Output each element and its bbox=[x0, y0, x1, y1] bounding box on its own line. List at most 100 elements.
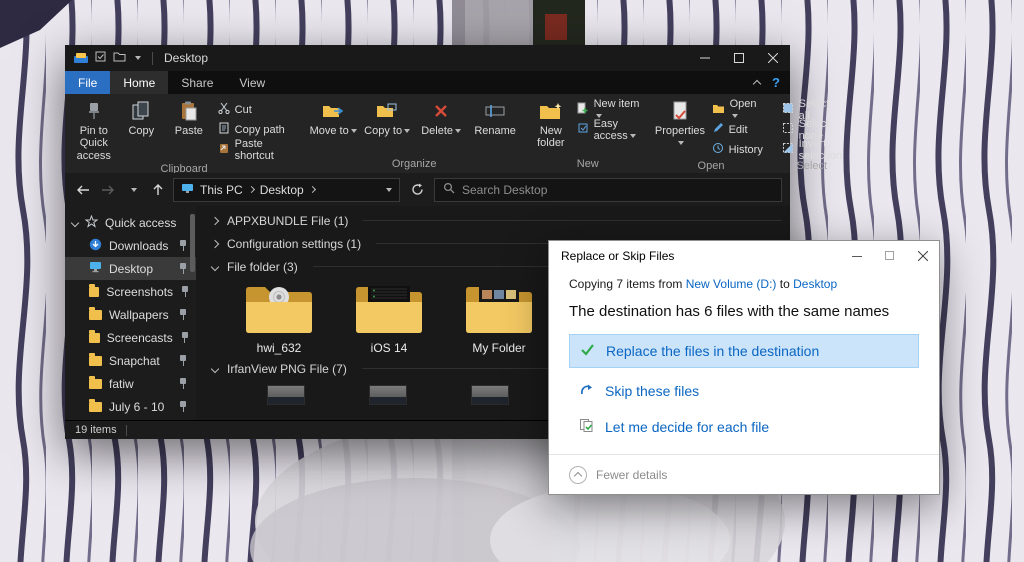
tab-file[interactable]: File bbox=[65, 71, 111, 94]
sidebar-item-label: Desktop bbox=[109, 261, 154, 276]
history-button[interactable]: History bbox=[708, 140, 768, 159]
easy-access-icon bbox=[577, 122, 589, 137]
expand-chevron-icon[interactable] bbox=[70, 218, 80, 227]
items-count: 19 items bbox=[75, 424, 117, 436]
skip-files-label: Skip these files bbox=[605, 383, 700, 399]
sidebar-item-snapchat[interactable]: Snapchat bbox=[65, 349, 196, 372]
forward-icon[interactable] bbox=[98, 179, 118, 201]
paste-shortcut-button[interactable]: Paste shortcut bbox=[214, 138, 298, 162]
sidebar-item-wallpapers[interactable]: Wallpapers bbox=[65, 303, 196, 326]
breadcrumb-desktop[interactable]: Desktop bbox=[260, 183, 304, 197]
copy-to-button[interactable]: Copy to bbox=[361, 97, 413, 137]
search-placeholder: Search Desktop bbox=[462, 182, 548, 197]
open-button[interactable]: Open bbox=[708, 98, 768, 122]
back-icon[interactable] bbox=[73, 179, 93, 201]
dialog-close-button[interactable] bbox=[906, 241, 939, 270]
decide-each-file-option[interactable]: Let me decide for each file bbox=[569, 414, 919, 439]
sidebar-item-label: Quick access bbox=[105, 215, 177, 230]
copy-button[interactable]: Copy bbox=[119, 97, 165, 137]
copy-icon bbox=[132, 99, 150, 123]
replace-files-option[interactable]: Replace the files in the destination bbox=[569, 334, 919, 368]
tab-home[interactable]: Home bbox=[110, 71, 169, 94]
group-header-appxbundle[interactable]: APPXBUNDLE File (1) bbox=[210, 209, 782, 232]
rename-button[interactable]: Rename bbox=[469, 97, 521, 137]
select-none-button[interactable]: Select none bbox=[778, 118, 846, 142]
tab-view[interactable]: View bbox=[226, 71, 278, 94]
copy-path-button[interactable]: Copy path bbox=[214, 120, 298, 139]
png-file-thumbnail[interactable] bbox=[471, 385, 509, 405]
png-file-thumbnail[interactable] bbox=[267, 385, 305, 405]
sidebar-item-screenshots[interactable]: Screenshots bbox=[65, 280, 196, 303]
group-chevron-icon[interactable] bbox=[210, 262, 220, 271]
cut-button[interactable]: Cut bbox=[214, 100, 298, 119]
minimize-button[interactable] bbox=[688, 45, 722, 71]
skip-files-option[interactable]: Skip these files bbox=[569, 379, 919, 403]
sidebar-item-screencasts[interactable]: Screencasts bbox=[65, 326, 196, 349]
group-chevron-icon[interactable] bbox=[210, 239, 220, 248]
select-all-button[interactable]: Select all bbox=[778, 98, 846, 122]
copy-destination-link[interactable]: Desktop bbox=[793, 277, 837, 291]
dialog-title: Replace or Skip Files bbox=[561, 248, 675, 263]
skip-icon bbox=[579, 383, 594, 399]
breadcrumb-this-pc[interactable]: This PC bbox=[200, 183, 243, 197]
group-chevron-icon[interactable] bbox=[210, 364, 220, 373]
group-header-label: IrfanView PNG File (7) bbox=[227, 361, 347, 376]
pin-to-quick-access-button[interactable]: Pin to Quick access bbox=[71, 97, 117, 162]
new-item-button[interactable]: New item bbox=[573, 98, 645, 119]
minimize-ribbon-icon[interactable] bbox=[752, 79, 762, 88]
sidebar-scrollbar[interactable] bbox=[190, 214, 195, 272]
sidebar-item-fatiw[interactable]: fatiw bbox=[65, 372, 196, 395]
pin-badge-icon bbox=[178, 378, 188, 389]
delete-button[interactable]: Delete bbox=[415, 97, 467, 137]
open-icon bbox=[712, 103, 725, 117]
fewer-details-label[interactable]: Fewer details bbox=[596, 468, 667, 482]
easy-access-button[interactable]: Easy access bbox=[573, 118, 645, 142]
properties-label: Properties bbox=[654, 125, 705, 150]
breadcrumb-chevron-icon[interactable] bbox=[247, 185, 255, 194]
ribbon-tab-row: File Home Share View ? bbox=[65, 71, 790, 94]
sidebar-item-downloads[interactable]: Downloads bbox=[65, 234, 196, 257]
address-dropdown-icon[interactable] bbox=[386, 187, 392, 192]
png-file-thumbnail[interactable] bbox=[369, 385, 407, 405]
tab-share[interactable]: Share bbox=[168, 71, 226, 94]
move-to-button[interactable]: Move to bbox=[307, 97, 359, 137]
sidebar-item-desktop[interactable]: Desktop bbox=[65, 257, 196, 280]
tab-home-label: Home bbox=[123, 75, 156, 90]
breadcrumb-chevron-icon[interactable] bbox=[308, 185, 316, 194]
invert-selection-button[interactable]: Invert selection bbox=[778, 138, 846, 162]
refresh-icon[interactable] bbox=[405, 178, 429, 202]
folder-item-my-folder[interactable]: My Folder bbox=[446, 282, 552, 355]
dialog-minimize-button[interactable] bbox=[840, 241, 873, 270]
rename-icon bbox=[485, 99, 505, 123]
folder-item-hwi-632[interactable]: hwi_632 bbox=[226, 282, 332, 355]
edit-button[interactable]: Edit bbox=[708, 120, 768, 139]
search-input[interactable]: Search Desktop bbox=[434, 177, 782, 202]
properties-button[interactable]: Properties bbox=[654, 97, 705, 150]
up-icon[interactable] bbox=[148, 179, 168, 201]
maximize-button[interactable] bbox=[722, 45, 756, 71]
sidebar-item-july-6-10[interactable]: July 6 - 10 bbox=[65, 395, 196, 418]
replace-or-skip-files-dialog: Replace or Skip Files Copying 7 items fr… bbox=[548, 240, 940, 495]
open-label: Open bbox=[730, 98, 764, 122]
desktop-icon bbox=[89, 261, 102, 276]
sidebar-item-quick-access[interactable]: Quick access bbox=[65, 211, 196, 234]
edit-label: Edit bbox=[728, 123, 748, 136]
copy-path-label: Copy path bbox=[234, 123, 285, 136]
copy-source-link[interactable]: New Volume (D:) bbox=[686, 277, 777, 291]
folder-icon bbox=[89, 352, 102, 366]
select-all-icon bbox=[782, 102, 794, 117]
address-input[interactable]: This PC Desktop bbox=[173, 177, 400, 202]
group-chevron-icon[interactable] bbox=[210, 216, 220, 225]
fewer-details-chevron-icon[interactable] bbox=[569, 465, 587, 484]
quick-toolbar-dropdown-icon[interactable] bbox=[135, 56, 141, 60]
pin-badge-icon bbox=[178, 355, 188, 366]
close-button[interactable] bbox=[756, 45, 790, 71]
recent-locations-icon[interactable] bbox=[123, 179, 143, 201]
help-icon[interactable]: ? bbox=[772, 75, 780, 90]
paste-button[interactable]: Paste bbox=[166, 97, 212, 137]
quick-toolbar-properties-icon[interactable] bbox=[95, 51, 106, 65]
new-folder-button[interactable]: New folder bbox=[531, 97, 570, 150]
dialog-maximize-button[interactable] bbox=[873, 241, 906, 270]
quick-toolbar-new-folder-icon[interactable] bbox=[113, 51, 126, 65]
folder-item-ios-14[interactable]: iOS 14 bbox=[336, 282, 442, 355]
